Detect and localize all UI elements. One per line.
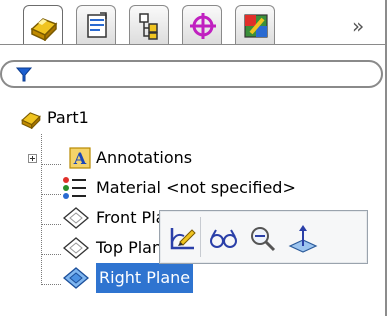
tree-root-part[interactable]: Part1 <box>20 103 320 133</box>
filter-icon <box>15 65 33 87</box>
configuration-manager-icon <box>139 13 158 40</box>
annotations-icon: A <box>69 147 91 169</box>
plane-icon <box>62 267 90 289</box>
material-icon <box>63 177 86 199</box>
edit-sketch-button[interactable] <box>166 222 200 254</box>
tree-item-label: Annotations <box>96 148 193 167</box>
tree-item-label: Right Plane <box>96 263 194 293</box>
zoom-to-selection-button[interactable] <box>246 222 280 254</box>
edit-sketch-icon <box>170 228 196 250</box>
context-toolbar <box>159 210 368 264</box>
show-icon <box>210 229 237 248</box>
tab-feature-manager[interactable] <box>23 5 63 45</box>
tab-property-manager[interactable] <box>76 5 116 45</box>
dimxpert-icon <box>190 13 216 39</box>
filter-box[interactable] <box>0 60 383 88</box>
plane-icon <box>62 207 90 229</box>
svg-text:A: A <box>73 149 87 168</box>
tree-item-material[interactable]: Material <not specified> <box>28 173 368 203</box>
tree-item-annotations[interactable]: A Annotations <box>28 143 328 173</box>
tree-item-right-plane[interactable]: Right Plane <box>28 263 328 293</box>
normal-to-button[interactable] <box>286 222 320 254</box>
tab-display-manager[interactable] <box>235 5 275 45</box>
zoom-to-selection-icon <box>251 227 276 252</box>
plane-icon <box>62 237 90 259</box>
more-tabs-chevron-icon[interactable]: » <box>352 14 364 38</box>
tab-dimxpert-manager[interactable] <box>182 5 222 45</box>
normal-to-icon <box>288 225 318 253</box>
feature-manager-panel: » Part1 A Annotations Material <not spec… <box>0 0 387 316</box>
display-manager-icon <box>244 14 268 38</box>
tab-divider <box>0 44 385 45</box>
part-icon <box>30 18 58 41</box>
tab-configuration-manager[interactable] <box>129 5 169 45</box>
tree-root-label: Part1 <box>47 108 89 127</box>
toolbar-separator <box>200 217 201 257</box>
expand-icon[interactable] <box>28 154 37 163</box>
property-manager-icon <box>87 12 107 38</box>
part-icon <box>21 112 41 129</box>
tree-item-label: Material <not specified> <box>96 178 296 197</box>
show-button[interactable] <box>206 222 240 254</box>
